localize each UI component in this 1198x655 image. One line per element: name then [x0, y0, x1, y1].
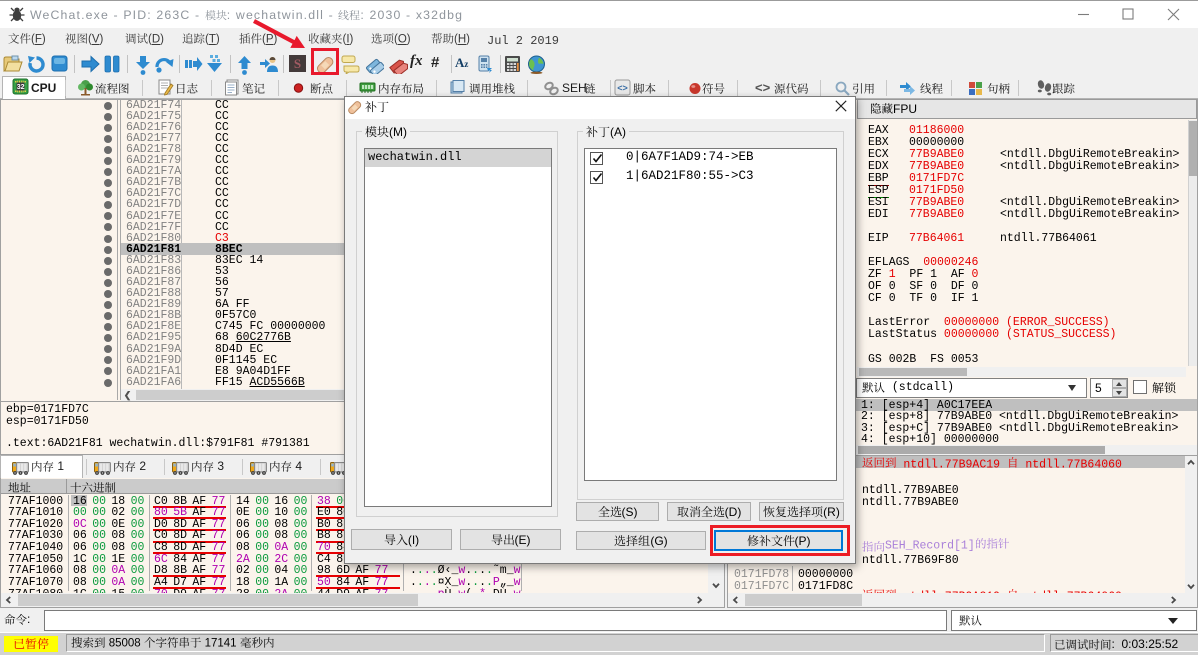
svg-text:S: S: [294, 56, 301, 71]
svg-text:32: 32: [17, 84, 25, 91]
svg-text:<>: <>: [617, 83, 628, 93]
